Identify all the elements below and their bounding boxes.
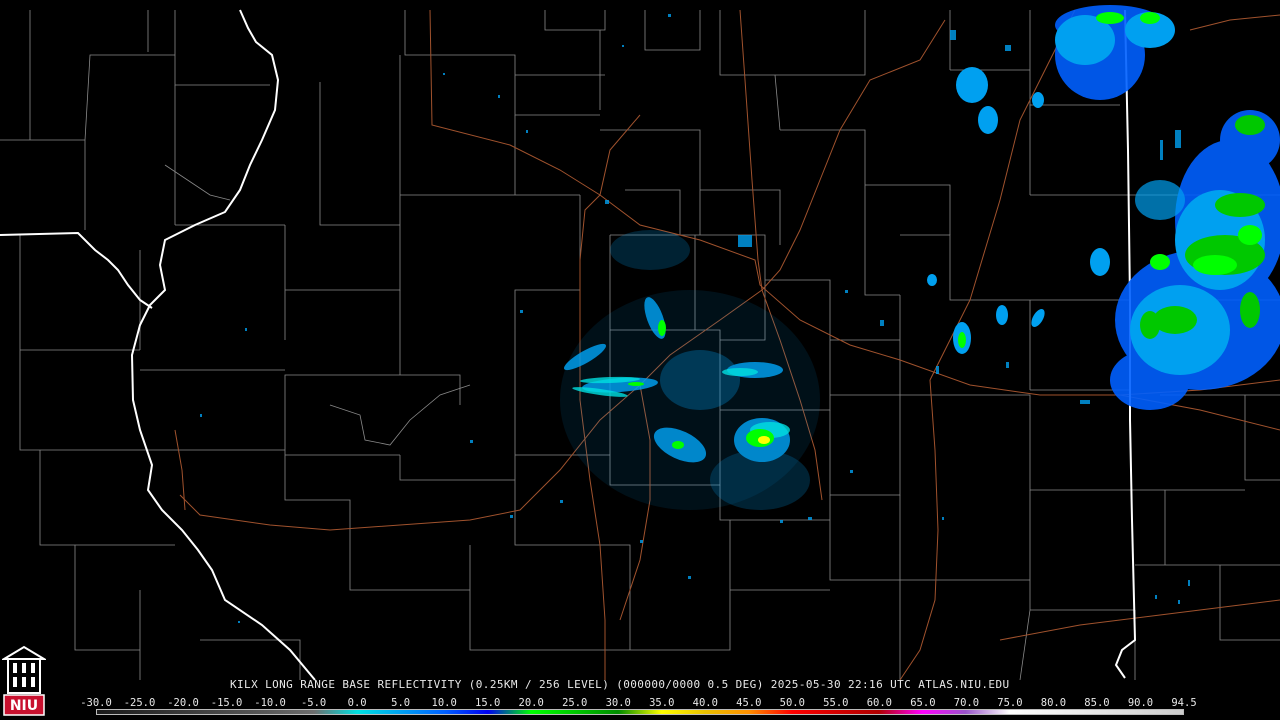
scale-label: 20.0 (518, 697, 544, 709)
scale-label: -25.0 (123, 697, 156, 709)
scale-label: 80.0 (1040, 697, 1067, 709)
logo-text: NIU (10, 698, 38, 714)
color-scale-labels: -30.0 -25.0 -20.0 -15.0 -10.0 -5.0 0.0 5.0 10.0 1… (80, 697, 1197, 709)
scale-label: -20.0 (167, 697, 199, 709)
product-title: KILX LONG RANGE BASE REFLECTIVITY (0.25K… (230, 678, 1010, 691)
scale-label: 25.0 (562, 697, 588, 709)
scale-label: -5.0 (300, 697, 327, 709)
scale-label: -10.0 (254, 697, 286, 709)
scale-label: 0.0 (347, 697, 367, 709)
scale-label: 50.0 (779, 697, 805, 709)
scale-label: 75.0 (997, 697, 1023, 709)
scale-label: 15.0 (475, 697, 501, 709)
scale-label: 90.0 (1127, 697, 1154, 709)
scale-label: 94.5 (1171, 697, 1197, 709)
scale-label: 30.0 (605, 697, 631, 709)
niu-logo: NIU (2, 645, 46, 716)
scale-label: -30.0 (80, 697, 112, 709)
scale-label: 85.0 (1084, 697, 1110, 709)
radar-map (0, 0, 1280, 720)
color-scale-bar (96, 709, 1184, 715)
scale-label: -15.0 (210, 697, 243, 709)
scale-label: 55.0 (823, 697, 849, 709)
scale-label: 65.0 (910, 697, 936, 709)
scale-label: 70.0 (953, 697, 980, 709)
scale-label: 10.0 (431, 697, 457, 709)
scale-label: 45.0 (736, 697, 762, 709)
scale-label: 35.0 (649, 697, 675, 709)
scale-label: 5.0 (391, 697, 411, 709)
scale-label: 40.0 (692, 697, 718, 709)
scale-label: 60.0 (866, 697, 893, 709)
